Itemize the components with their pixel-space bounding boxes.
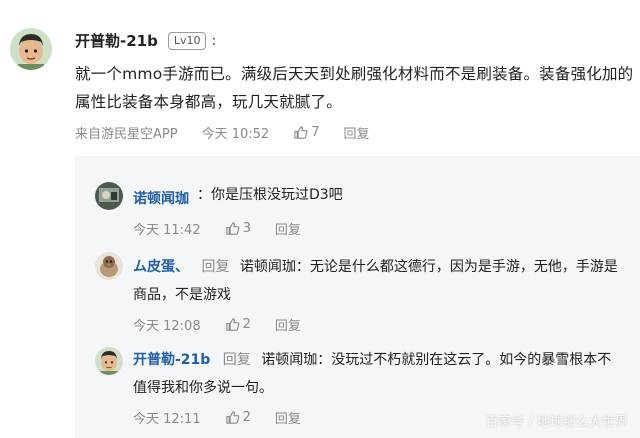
comment-text: 就一个mmo手游而已。满级后天天到处刷强化材料而不是刷装备。装备强化加的属性比装…: [75, 65, 634, 111]
reply-button[interactable]: 回复: [343, 123, 369, 142]
reply-avatar[interactable]: [95, 347, 123, 375]
like-count: 3: [242, 221, 251, 236]
reply-button[interactable]: 回复: [275, 219, 301, 238]
cartoon-avatar-icon: [10, 28, 52, 70]
reply-time: 今天 12:08: [133, 319, 201, 334]
reply-text-block: ム皮蛋、 回复 诺顿闻珈：无论是什么都这德行，因为是手游，无他，手游是商品，不是…: [133, 253, 623, 309]
reply-colon: ：: [197, 187, 211, 203]
reply-time: 今天 12:11: [133, 412, 201, 427]
reply-time: 今天 11:42: [133, 223, 201, 238]
reply-text-line: ：你是压根没玩过D3吧: [197, 181, 343, 209]
comment-meta: 来自游民星空APP 今天 10:52 7 回复: [75, 123, 369, 142]
reply-target[interactable]: 诺顿闻珈: [261, 352, 317, 368]
photo-avatar-icon: [95, 182, 123, 210]
reply-keyword: 回复: [201, 259, 230, 275]
level-badge: Lv10: [167, 31, 207, 50]
source-label: 来自游民星空APP: [75, 127, 178, 142]
reply-username[interactable]: 开普勒-21b: [133, 352, 210, 368]
name-colon: :: [211, 32, 217, 49]
watermark: 百家号 / 地球那么大世界: [485, 415, 628, 430]
like-button[interactable]: 2: [225, 317, 251, 332]
commenter-name[interactable]: 开普勒-21b: [75, 30, 158, 51]
cartoon-avatar-icon: [95, 347, 123, 375]
reply-colon: ：: [317, 352, 332, 368]
reply-meta: 今天 12:08 2 回复: [133, 315, 301, 334]
thumbs-up-icon: [225, 318, 239, 331]
comment-header: 开普勒-21b Lv10 :: [75, 30, 216, 51]
reply-colon: ：: [295, 259, 310, 275]
thumbs-up-icon: [225, 411, 239, 424]
reply-text: 你是压根没玩过D3吧: [211, 187, 343, 203]
reply-button[interactable]: 回复: [275, 408, 301, 427]
reply-avatar[interactable]: [95, 182, 123, 210]
reply-username[interactable]: ム皮蛋、: [133, 259, 189, 275]
like-count: 2: [242, 410, 251, 425]
replies-panel: 诺顿闻珈 ：你是压根没玩过D3吧 今天 11:42 3 回复 ム皮蛋、 回复 诺…: [75, 156, 640, 438]
like-count: 7: [311, 125, 320, 140]
like-count: 2: [242, 317, 251, 332]
reply-meta: 今天 12:11 2 回复: [133, 408, 301, 427]
reply-text-block: 开普勒-21b 回复 诺顿闻珈：没玩过不朽就别在这云了。如今的暴雪根本不值得我和…: [133, 346, 623, 402]
reply-target[interactable]: 诺顿闻珈: [240, 259, 296, 275]
like-button[interactable]: 7: [293, 125, 319, 140]
thumbs-up-icon: [294, 126, 308, 139]
like-button[interactable]: 3: [225, 221, 251, 236]
comment-time: 今天 10:52: [201, 127, 270, 142]
reply-meta: 今天 11:42 3 回复: [133, 219, 301, 238]
commenter-avatar[interactable]: [10, 28, 52, 70]
reply-keyword: 回复: [222, 352, 251, 368]
reply-avatar[interactable]: [95, 252, 123, 280]
like-button[interactable]: 2: [225, 410, 251, 425]
reply-button[interactable]: 回复: [275, 315, 301, 334]
thumbs-up-icon: [225, 222, 239, 235]
bird-avatar-icon: [95, 252, 123, 280]
reply-username[interactable]: 诺顿闻珈: [133, 188, 189, 208]
